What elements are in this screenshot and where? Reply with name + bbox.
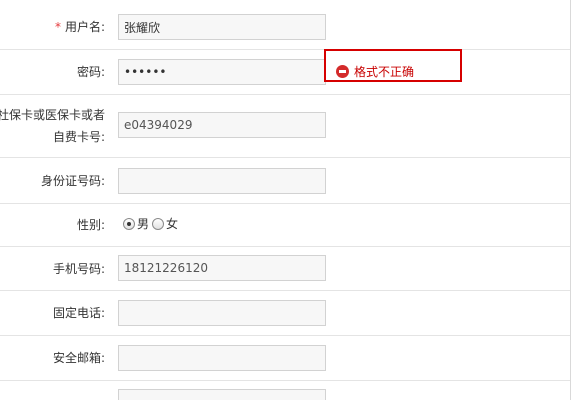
- gender-male-radio[interactable]: [123, 218, 135, 230]
- card-number-label-line2: 自费卡号:: [52, 130, 105, 144]
- card-number-label-line1: 社保卡或医保卡或者: [0, 108, 105, 122]
- row-card-number: 社保卡或医保卡或者 自费卡号:: [0, 95, 570, 158]
- password-error-text: 格式不正确: [354, 65, 415, 79]
- email-label: 安全邮箱:: [52, 351, 105, 365]
- row-next-partial: [0, 381, 570, 400]
- row-landline: 固定电话:: [0, 291, 570, 336]
- card-number-label: 社保卡或医保卡或者 自费卡号:: [0, 104, 105, 148]
- username-label: * 用户名:: [55, 19, 105, 35]
- gender-male-label[interactable]: 男: [137, 216, 149, 232]
- id-number-label: 身份证号码:: [40, 174, 105, 188]
- row-gender: 性别:: [0, 204, 570, 247]
- password-error-box: 格式不正确: [324, 49, 462, 82]
- row-email: 安全邮箱:: [0, 336, 570, 381]
- registration-form: *用户名: 密码: 格式不正确 社保卡或医保卡或者 自费卡号: 身份证号码: 性…: [0, 0, 571, 400]
- row-username: * 用户名:: [0, 0, 570, 50]
- next-field-input-partial[interactable]: [118, 389, 326, 400]
- row-password: 密码:: [0, 50, 570, 95]
- gender-female-radio[interactable]: [152, 218, 165, 230]
- minus-circle-icon: [336, 65, 349, 78]
- row-mobile: 手机号码:: [0, 247, 570, 291]
- landline-input[interactable]: [118, 300, 326, 326]
- email-input[interactable]: [118, 345, 326, 371]
- gender-radio-group: 男 女: [123, 215, 181, 233]
- username-input[interactable]: [118, 14, 326, 40]
- password-input[interactable]: [118, 59, 326, 85]
- password-label: 密码:: [76, 65, 105, 79]
- username-label-text: 用户名:: [64, 20, 105, 34]
- gender-label: 性别:: [76, 218, 105, 232]
- landline-label: 固定电话:: [52, 306, 105, 320]
- row-id-number: 身份证号码:: [0, 158, 570, 204]
- required-mark: *: [54, 20, 61, 34]
- gender-female-label[interactable]: 女: [166, 216, 178, 232]
- id-number-input[interactable]: [118, 168, 326, 194]
- mobile-label: 手机号码:: [52, 262, 105, 276]
- mobile-input[interactable]: [118, 255, 326, 281]
- card-number-input[interactable]: [118, 112, 326, 138]
